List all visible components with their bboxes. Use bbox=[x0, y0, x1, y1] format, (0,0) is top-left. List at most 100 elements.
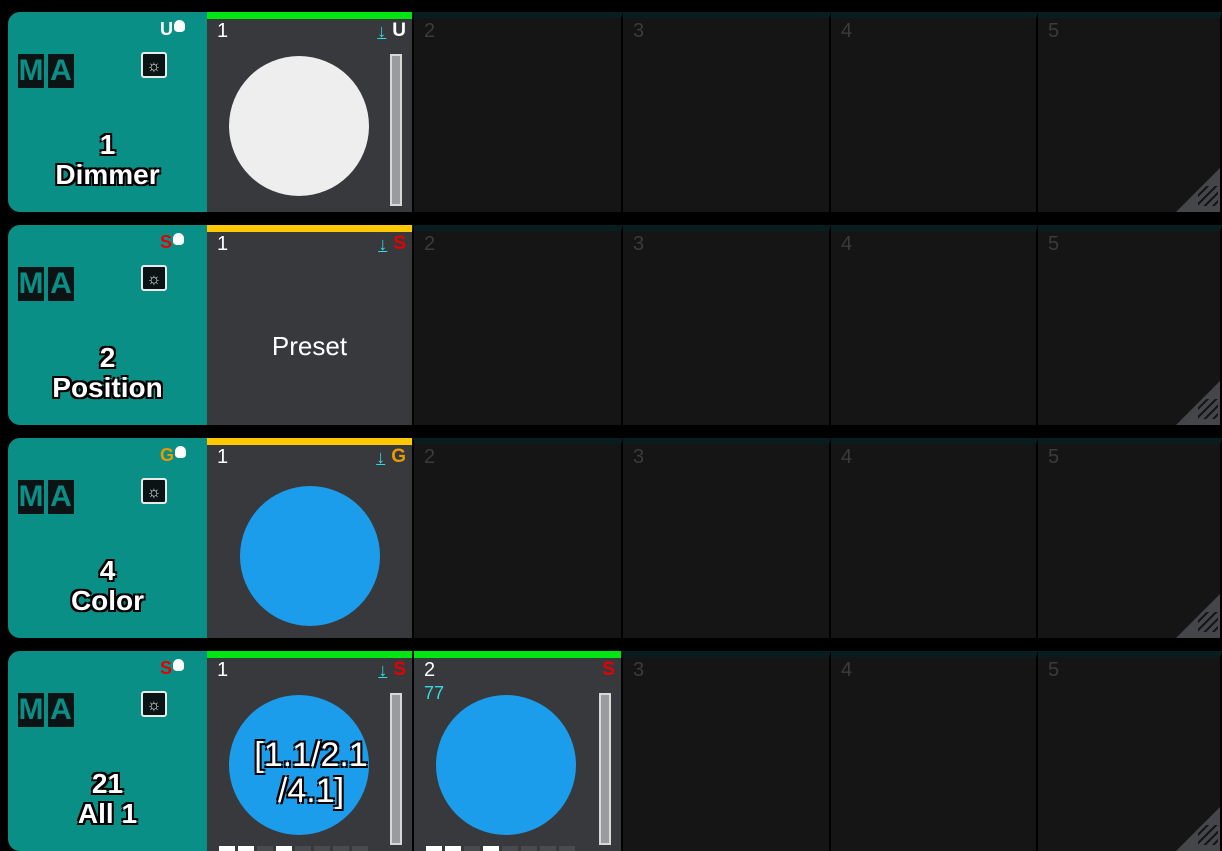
empty-preset-cell[interactable]: 4 bbox=[831, 225, 1038, 425]
preset-number: 5 bbox=[1048, 659, 1060, 681]
empty-preset-cell[interactable]: 5 bbox=[1038, 438, 1222, 638]
ma-logo: MA bbox=[18, 267, 74, 301]
resize-lines-icon bbox=[1198, 825, 1218, 845]
empty-preset-cell[interactable]: 2 bbox=[414, 225, 623, 425]
preset-overlay-text: [1.1/2.1 /4.1] bbox=[254, 736, 368, 810]
ma-logo-a: A bbox=[48, 54, 74, 88]
preset-number: 3 bbox=[633, 659, 645, 681]
white-circle-icon bbox=[229, 56, 369, 196]
bulb-icon bbox=[174, 20, 185, 32]
pool-number: 1 bbox=[99, 129, 116, 160]
empty-preset-cell[interactable]: 5 bbox=[1038, 225, 1222, 425]
preset-status-bar bbox=[207, 651, 412, 658]
brightness-icon[interactable]: ☼ bbox=[141, 52, 167, 78]
empty-preset-cell[interactable]: 4 bbox=[831, 12, 1038, 212]
download-arrow-icon: ↓ bbox=[378, 234, 388, 254]
pool-header-button[interactable]: M A ☼ U 1 Dimmer bbox=[8, 12, 207, 212]
indicator-dot bbox=[559, 846, 575, 851]
preset-number: 4 bbox=[841, 446, 853, 468]
preset-number: 5 bbox=[1048, 446, 1060, 468]
pool-title: 1 Dimmer bbox=[8, 130, 207, 190]
resize-corner-icon[interactable] bbox=[1176, 807, 1220, 851]
resize-corner-icon[interactable] bbox=[1176, 168, 1220, 212]
download-arrow-icon: ↓ bbox=[378, 660, 388, 680]
preset-number: 2 bbox=[424, 446, 436, 468]
pool-status-letter: U bbox=[160, 19, 173, 39]
preset-status-bar bbox=[414, 651, 621, 658]
pool-header-button[interactable]: M A ☼ G 4 Color bbox=[8, 438, 207, 638]
preset-number: 4 bbox=[841, 659, 853, 681]
brightness-icon[interactable]: ☼ bbox=[141, 478, 167, 504]
pool-title: 21 All 1 bbox=[8, 769, 207, 829]
preset-status-bar bbox=[207, 225, 412, 232]
indicator-dot bbox=[445, 846, 461, 851]
pool-number: 21 bbox=[91, 768, 124, 799]
empty-preset-cell[interactable]: 4 bbox=[831, 651, 1038, 851]
resize-lines-icon bbox=[1198, 612, 1218, 632]
preset-number: 5 bbox=[1048, 20, 1060, 42]
indicator-dot bbox=[352, 846, 368, 851]
pool-name: All 1 bbox=[77, 798, 138, 829]
bulb-icon bbox=[175, 446, 187, 458]
preset-number: 1 bbox=[217, 233, 229, 255]
preset-icons: ↓ S bbox=[378, 233, 406, 255]
empty-preset-cell[interactable]: 3 bbox=[623, 225, 831, 425]
preset-cell[interactable]: 1 ↓ S Preset bbox=[207, 225, 414, 425]
pool-header-button[interactable]: M A ☼ S 21 All 1 bbox=[8, 651, 207, 851]
ma-logo-m: M bbox=[18, 693, 44, 727]
preset-label: Preset bbox=[271, 331, 348, 361]
bulb-icon bbox=[173, 659, 185, 671]
pool-status-badge: S bbox=[160, 659, 185, 677]
pool-row: M A ☼ S 2 Position 1 ↓ S Preset 2 3 4 5 bbox=[8, 225, 1222, 425]
indicator-dot bbox=[540, 846, 556, 851]
preset-status-bar bbox=[207, 12, 412, 19]
empty-preset-cell[interactable]: 3 bbox=[623, 438, 831, 638]
preset-cue-number: 77 bbox=[424, 683, 445, 703]
brightness-icon[interactable]: ☼ bbox=[141, 265, 167, 291]
preset-number: 3 bbox=[633, 20, 645, 42]
empty-preset-cell[interactable]: 4 bbox=[831, 438, 1038, 638]
ma-logo-m: M bbox=[18, 267, 44, 301]
indicator-dot bbox=[238, 846, 254, 851]
empty-preset-cell[interactable]: 2 bbox=[414, 12, 623, 212]
empty-preset-cell[interactable]: 2 bbox=[414, 438, 623, 638]
resize-corner-icon[interactable] bbox=[1176, 381, 1220, 425]
preset-icons: ↓ S bbox=[378, 659, 406, 681]
empty-preset-cell[interactable]: 3 bbox=[623, 12, 831, 212]
empty-preset-cell[interactable]: 5 bbox=[1038, 651, 1222, 851]
preset-cell[interactable]: 1 ↓ G bbox=[207, 438, 414, 638]
preset-mode-letter: S bbox=[393, 233, 406, 254]
resize-corner-icon[interactable] bbox=[1176, 594, 1220, 638]
preset-cell[interactable]: 2 S 77 bbox=[414, 651, 623, 851]
preset-cell[interactable]: 1 ↓ S [1.1/2.1 /4.1] bbox=[207, 651, 414, 851]
empty-preset-cell[interactable]: 3 bbox=[623, 651, 831, 851]
preset-number: 2 bbox=[424, 233, 436, 255]
preset-cell[interactable]: 1 ↓ U bbox=[207, 12, 414, 212]
empty-preset-cell[interactable]: 5 bbox=[1038, 12, 1222, 212]
indicator-dot bbox=[276, 846, 292, 851]
preset-number: 3 bbox=[633, 233, 645, 255]
pool-row: M A ☼ S 21 All 1 1 ↓ S [1.1/2.1 /4.1] 2 S 77 3 4 5 bbox=[8, 651, 1222, 851]
preset-icons: S bbox=[602, 659, 615, 681]
preset-number: 1 bbox=[217, 446, 229, 468]
indicator-dot bbox=[333, 846, 349, 851]
indicator-dot bbox=[502, 846, 518, 851]
ma-logo: MA bbox=[18, 480, 74, 514]
pool-row: M A ☼ U 1 Dimmer 1 ↓ U 2 3 4 5 bbox=[8, 12, 1222, 212]
preset-number: 3 bbox=[633, 446, 645, 468]
pool-row: M A ☼ G 4 Color 1 ↓ G 2 3 4 5 bbox=[8, 438, 1222, 638]
ma-logo: MA bbox=[18, 54, 74, 88]
preset-number: 4 bbox=[841, 233, 853, 255]
resize-lines-icon bbox=[1198, 399, 1218, 419]
ma-logo-a: A bbox=[48, 480, 74, 514]
fader-bar[interactable] bbox=[599, 693, 611, 845]
preset-icons: ↓ G bbox=[376, 446, 406, 468]
ma-logo-a: A bbox=[48, 693, 74, 727]
brightness-icon[interactable]: ☼ bbox=[141, 691, 167, 717]
fader-bar[interactable] bbox=[390, 693, 402, 845]
fader-bar[interactable] bbox=[390, 54, 402, 206]
blue-circle-icon bbox=[436, 695, 576, 835]
indicator-dot bbox=[314, 846, 330, 851]
pool-header-button[interactable]: M A ☼ S 2 Position bbox=[8, 225, 207, 425]
ma-logo-m: M bbox=[18, 480, 44, 514]
